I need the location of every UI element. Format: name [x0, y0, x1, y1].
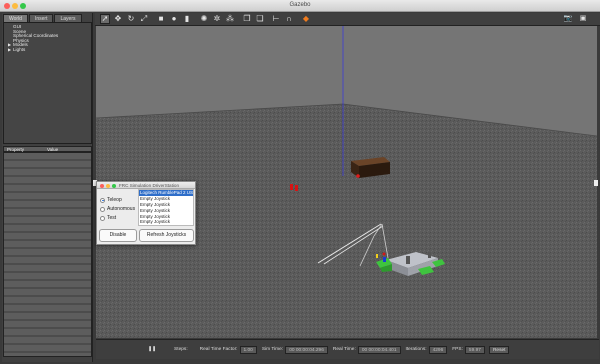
align-icon[interactable]: ⊢: [271, 14, 281, 24]
point-light-icon[interactable]: ✺: [199, 14, 209, 24]
value-column-header[interactable]: Value: [44, 147, 58, 152]
left-panel: World Insert Layers GUI Scene Spherical Co…: [2, 13, 93, 362]
tab-insert[interactable]: Insert: [28, 14, 54, 22]
real-time-label: Real Time:: [332, 347, 356, 352]
test-radio[interactable]: [100, 215, 105, 221]
robot-red-light: [382, 252, 386, 256]
copy-icon[interactable]: ❐: [242, 14, 252, 24]
tab-world[interactable]: World: [3, 14, 28, 22]
fps-value: 59.97: [464, 345, 485, 354]
autonomous-label: Autonomous: [107, 206, 136, 212]
panel-tabs: World Insert Layers: [3, 14, 82, 22]
property-table[interactable]: [3, 152, 92, 357]
joystick-list[interactable]: Logitech RumblePad 2 USB Empty Joystick Em…: [138, 189, 194, 226]
joystick-item[interactable]: Empty Joystick: [139, 219, 193, 225]
world-tree: GUI Scene Spherical Coordinates Physics ▶ Mod…: [3, 22, 92, 144]
robot-blue-part: [383, 257, 386, 262]
record-icon[interactable]: ▣: [578, 14, 588, 24]
red-ball-1: [290, 184, 293, 190]
disable-button[interactable]: Disable: [99, 229, 137, 242]
robot-yellow-part: [376, 254, 378, 258]
reset-button[interactable]: Reset: [488, 345, 510, 354]
change-view-icon[interactable]: ◆: [301, 14, 311, 24]
driverstation-dialog: FRC Simulation DriverStation Teleop Auto…: [96, 181, 196, 245]
status-bar: ❚❚ Steps: Real Time Factor: 1.00 Sim Tim…: [96, 339, 599, 359]
screenshot-icon[interactable]: 📷: [563, 14, 573, 24]
real-time-factor-value: 1.00: [239, 345, 257, 354]
red-ball-2: [295, 185, 298, 191]
driverstation-title-bar: FRC Simulation DriverStation: [97, 182, 195, 189]
box-shape-icon[interactable]: ■: [156, 14, 166, 24]
tree-item-label: Lights: [13, 46, 26, 52]
gazebo-window: Gazebo World Insert Layers GUI Scene Spher…: [0, 0, 600, 364]
window-title: Gazebo: [289, 2, 311, 8]
scale-icon[interactable]: ⤢: [139, 14, 149, 24]
snap-icon[interactable]: ∩: [284, 14, 294, 24]
refresh-joysticks-button[interactable]: Refresh Joysticks: [139, 229, 194, 242]
translate-icon[interactable]: ✥: [113, 14, 123, 24]
mode-test[interactable]: Test: [100, 215, 116, 221]
property-column-header[interactable]: Property: [4, 147, 44, 152]
title-bar: Gazebo: [0, 0, 600, 12]
iterations-label: Iterations:: [405, 347, 427, 352]
arrow-select-icon[interactable]: ➚: [100, 14, 110, 24]
paste-icon[interactable]: ❏: [255, 14, 265, 24]
ds-close-button[interactable]: [100, 183, 104, 188]
directional-light-icon[interactable]: ⁂: [225, 14, 235, 24]
spot-light-icon[interactable]: ✲: [212, 14, 222, 24]
robot-post-2: [428, 252, 431, 258]
fps-label: FPS:: [452, 347, 463, 352]
ds-minimize-button[interactable]: [106, 183, 110, 188]
ds-zoom-button[interactable]: [112, 183, 116, 188]
crate-marker: [356, 174, 360, 178]
mode-autonomous[interactable]: Autonomous: [100, 206, 135, 212]
test-label: Test: [107, 215, 117, 221]
sphere-shape-icon[interactable]: ●: [169, 14, 179, 24]
toolbar: ➚ ✥ ↻ ⤢ ■ ● ▮ ✺ ✲ ⁂ ❐ ❏ ⊢ ∩ ◆ 📷 ▣: [95, 13, 600, 26]
sim-time-value: 00 00:00:04.296: [285, 345, 328, 354]
teleop-radio[interactable]: [100, 197, 105, 203]
rotate-icon[interactable]: ↻: [126, 14, 136, 24]
expand-arrow-icon[interactable]: ▶: [8, 47, 11, 53]
real-time-value: 00 00:00:04.401: [357, 345, 401, 354]
tab-layers[interactable]: Layers: [54, 14, 82, 22]
cylinder-shape-icon[interactable]: ▮: [182, 14, 192, 24]
panel-splitter-right[interactable]: [594, 180, 598, 186]
tree-item-lights[interactable]: ▶ Lights: [8, 46, 91, 53]
pause-button[interactable]: ❚❚: [148, 347, 156, 352]
driverstation-title: FRC Simulation DriverStation: [119, 183, 179, 188]
sim-time-label: Sim Time:: [261, 347, 284, 352]
iterations-value: 4296: [428, 345, 448, 354]
mode-teleop[interactable]: Teleop: [100, 197, 122, 203]
steps-label: Steps:: [174, 347, 188, 352]
robot-post-1: [406, 256, 410, 264]
autonomous-radio[interactable]: [100, 206, 105, 212]
teleop-label: Teleop: [107, 197, 122, 203]
real-time-factor-label: Real Time Factor:: [199, 347, 238, 352]
